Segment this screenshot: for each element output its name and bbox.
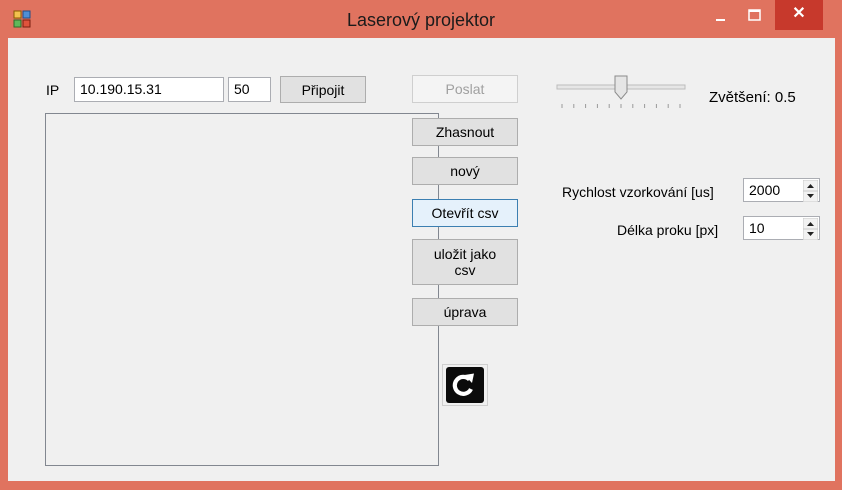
refresh-icon[interactable] [442,364,488,406]
maximize-button[interactable] [737,4,771,30]
sampling-rate-label: Rychlost vzorkování [us] [562,184,714,200]
zoom-slider-thumb[interactable] [614,75,628,100]
drawing-panel[interactable] [45,113,439,466]
save-csv-button[interactable]: uložit jako csv [412,239,518,285]
stroke-length-label: Délka proku [px] [617,222,719,238]
stroke-length-value: 10 [749,220,765,236]
send-button[interactable]: Poslat [412,75,518,103]
form-client-area: IP 10.190.15.31 50 Připojit Poslat Zhasn… [8,38,835,481]
title-bar[interactable]: Laserový projektor ✕ [0,0,842,38]
zoom-slider[interactable] [554,72,690,114]
save-csv-label-line2: csv [454,262,476,278]
edit-button[interactable]: úprava [412,298,518,326]
minimize-button[interactable] [703,4,737,30]
sampling-rate-stepper[interactable]: 2000 [743,178,820,202]
port-input[interactable]: 50 [228,77,271,102]
close-icon: ✕ [792,5,806,22]
sampling-rate-spin-icon[interactable] [803,180,818,202]
sampling-rate-value: 2000 [749,182,781,198]
connect-button[interactable]: Připojit [280,76,366,103]
new-button[interactable]: nový [412,157,518,185]
open-csv-button[interactable]: Otevřít csv [412,199,518,227]
ip-label: IP [46,82,60,98]
ip-input[interactable]: 10.190.15.31 [74,77,224,102]
zoom-slider-ticks [561,104,681,108]
blank-button[interactable]: Zhasnout [412,118,518,146]
stroke-length-stepper[interactable]: 10 [743,216,820,240]
close-button[interactable]: ✕ [775,0,823,30]
zoom-label: Zvětšení: 0.5 [709,89,796,106]
stroke-length-spin-icon[interactable] [803,218,818,240]
save-csv-label-line1: uložit jako [433,246,497,262]
app-window: Laserový projektor ✕ IP 10.190.15.31 50 … [0,0,842,490]
